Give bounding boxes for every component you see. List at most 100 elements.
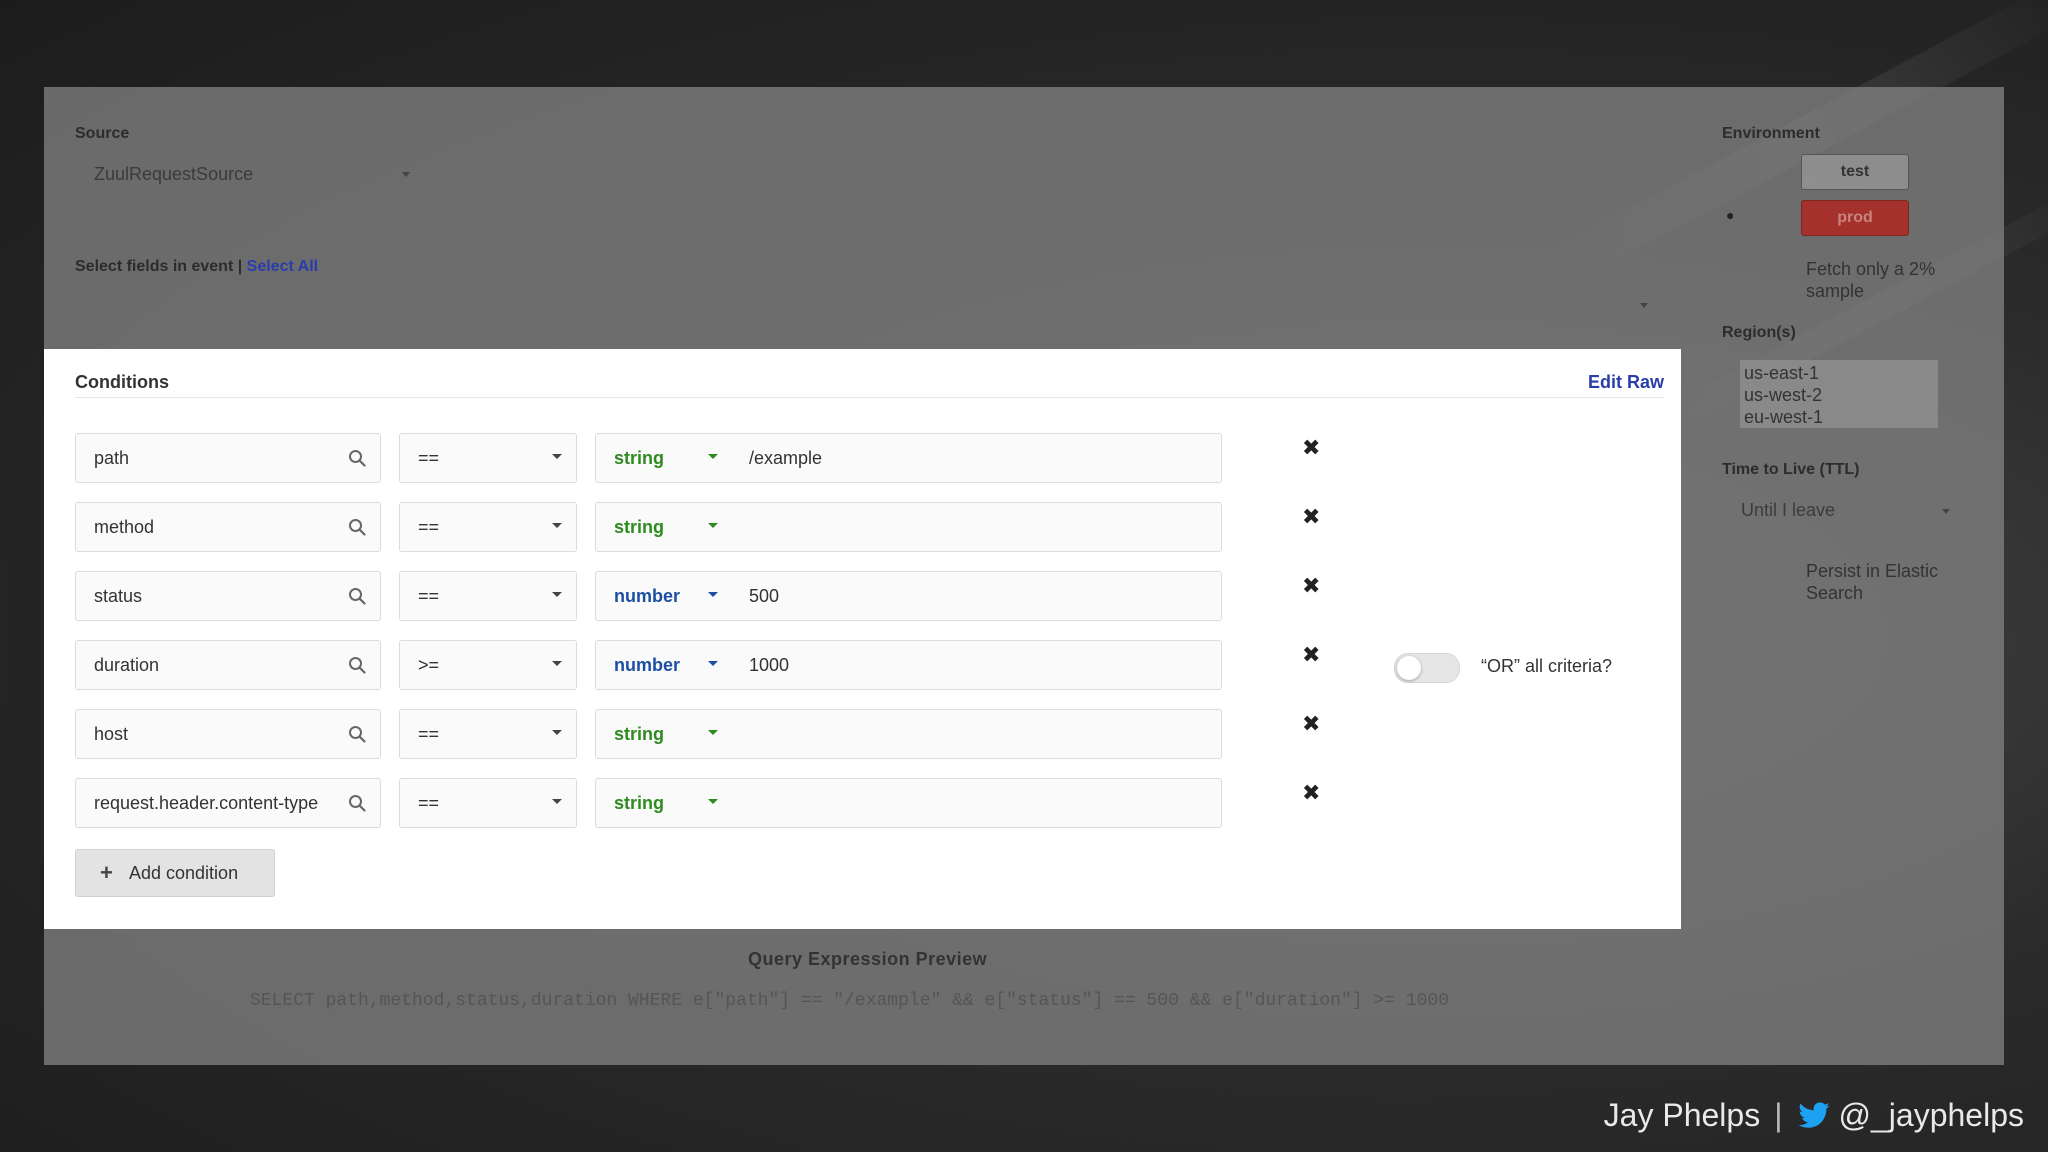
condition-type-value: number bbox=[614, 655, 681, 675]
search-icon bbox=[349, 450, 366, 467]
chevron-down-icon bbox=[708, 799, 718, 804]
search-icon bbox=[349, 657, 366, 674]
condition-field-input[interactable]: duration bbox=[75, 640, 381, 690]
condition-field-input[interactable]: method bbox=[75, 502, 381, 552]
condition-type-select[interactable]: string bbox=[595, 709, 733, 759]
condition-type-select[interactable]: number bbox=[595, 640, 733, 690]
condition-operator-select[interactable]: == bbox=[399, 571, 577, 621]
search-icon bbox=[349, 795, 366, 812]
regions-listbox[interactable]: us-east-1 us-west-2 eu-west-1 bbox=[1740, 360, 1938, 428]
condition-operator-select[interactable]: == bbox=[399, 709, 577, 759]
condition-field-value: duration bbox=[94, 655, 160, 675]
condition-field-input[interactable]: host bbox=[75, 709, 381, 759]
env-test-button[interactable]: test bbox=[1801, 154, 1909, 190]
remove-condition-icon[interactable]: ✖ bbox=[1302, 435, 1320, 461]
condition-operator-value: == bbox=[418, 586, 440, 606]
chevron-down-icon bbox=[552, 523, 562, 528]
chevron-down-icon bbox=[552, 454, 562, 459]
chevron-down-icon bbox=[552, 592, 562, 597]
env-prod-button[interactable]: prod bbox=[1801, 200, 1909, 236]
condition-operator-value: == bbox=[418, 517, 440, 537]
condition-field-value: request.header.content-type bbox=[94, 793, 319, 813]
condition-value-text: 500 bbox=[749, 586, 780, 606]
source-select[interactable]: ZuulRequestSource bbox=[94, 164, 253, 185]
condition-row: duration >= number 1000 ✖ bbox=[75, 640, 1375, 690]
condition-type-value: string bbox=[614, 793, 665, 813]
condition-field-input[interactable]: request.header.content-type bbox=[75, 778, 381, 828]
edit-raw-link[interactable]: Edit Raw bbox=[1588, 372, 1664, 393]
condition-field-value: status bbox=[94, 586, 143, 606]
sample-checkbox-label: Fetch only a 2% sample bbox=[1806, 259, 1936, 301]
condition-value-input[interactable]: 500 bbox=[731, 571, 1222, 621]
condition-row: host == string ✖ bbox=[75, 709, 1375, 759]
select-all-link[interactable]: Select All bbox=[247, 258, 318, 275]
condition-value-input[interactable] bbox=[731, 502, 1222, 552]
region-option[interactable]: eu-west-1 bbox=[1744, 406, 1934, 428]
condition-value-input[interactable] bbox=[731, 778, 1222, 828]
query-preview-sql: SELECT path,method,status,duration WHERE… bbox=[250, 991, 1449, 1011]
condition-field-value: method bbox=[94, 517, 155, 537]
condition-type-value: number bbox=[614, 586, 681, 606]
condition-operator-select[interactable]: >= bbox=[399, 640, 577, 690]
condition-value-text: 1000 bbox=[749, 655, 790, 675]
chevron-down-icon bbox=[708, 454, 718, 459]
condition-field-value: host bbox=[94, 724, 129, 744]
chevron-down-icon bbox=[552, 661, 562, 666]
condition-type-value: string bbox=[614, 448, 665, 468]
source-chevron-down-icon bbox=[402, 172, 410, 177]
condition-type-select[interactable]: number bbox=[595, 571, 733, 621]
remove-condition-icon[interactable]: ✖ bbox=[1302, 780, 1320, 806]
persist-elastic-label: Persist in Elastic Search bbox=[1806, 561, 1939, 603]
ttl-select[interactable]: Until I leave bbox=[1741, 500, 1835, 521]
condition-value-input[interactable]: 1000 bbox=[731, 640, 1222, 690]
condition-value-input[interactable] bbox=[731, 709, 1222, 759]
conditions-title: Conditions bbox=[75, 372, 169, 392]
condition-field-input[interactable]: path bbox=[75, 433, 381, 483]
condition-type-select[interactable]: string bbox=[595, 502, 733, 552]
or-criteria-label: “OR” all criteria? bbox=[1481, 656, 1613, 676]
condition-type-select[interactable]: string bbox=[595, 778, 733, 828]
query-preview-title: Query Expression Preview bbox=[748, 949, 988, 969]
search-icon bbox=[349, 588, 366, 605]
watermark-separator: | bbox=[1774, 1097, 1783, 1133]
condition-operator-select[interactable]: == bbox=[399, 502, 577, 552]
fields-label-text: Select fields in event | bbox=[75, 258, 243, 275]
condition-operator-value: == bbox=[418, 793, 440, 813]
speaker-name: Jay Phelps bbox=[1603, 1097, 1761, 1133]
remove-condition-icon[interactable]: ✖ bbox=[1302, 642, 1320, 668]
condition-row: path == string /example ✖ bbox=[75, 433, 1375, 483]
conditions-panel: Conditions Edit Raw path == string /exam… bbox=[44, 349, 1681, 929]
remove-condition-icon[interactable]: ✖ bbox=[1302, 711, 1320, 737]
ttl-chevron-down-icon bbox=[1942, 509, 1950, 514]
chevron-down-icon bbox=[708, 523, 718, 528]
search-icon bbox=[349, 726, 366, 743]
condition-field-input[interactable]: status bbox=[75, 571, 381, 621]
speaker-handle: @_jayphelps bbox=[1838, 1097, 2024, 1133]
chevron-down-icon bbox=[708, 661, 718, 666]
environment-label: Environment bbox=[1722, 125, 1820, 142]
region-option[interactable]: us-east-1 bbox=[1744, 362, 1934, 384]
fields-chevron-down-icon bbox=[1640, 303, 1648, 308]
add-condition-label: Add condition bbox=[129, 863, 239, 883]
search-icon bbox=[349, 519, 366, 536]
chevron-down-icon bbox=[552, 799, 562, 804]
chevron-down-icon bbox=[708, 592, 718, 597]
or-criteria-toggle[interactable] bbox=[1394, 653, 1460, 683]
condition-operator-select[interactable]: == bbox=[399, 778, 577, 828]
add-condition-button[interactable]: + Add condition bbox=[75, 849, 275, 897]
region-option[interactable]: us-west-2 bbox=[1744, 384, 1934, 406]
toggle-knob[interactable] bbox=[1397, 656, 1421, 680]
condition-operator-select[interactable]: == bbox=[399, 433, 577, 483]
condition-value-text: /example bbox=[749, 448, 823, 468]
env-selected-bullet-icon: ● bbox=[1726, 207, 1735, 223]
regions-label: Region(s) bbox=[1722, 324, 1796, 341]
remove-condition-icon[interactable]: ✖ bbox=[1302, 573, 1320, 599]
fields-label: Select fields in event | Select All bbox=[75, 258, 318, 276]
remove-condition-icon[interactable]: ✖ bbox=[1302, 504, 1320, 530]
condition-operator-value: >= bbox=[418, 655, 440, 675]
speaker-watermark: Jay Phelps | @_jayphelps bbox=[1604, 1097, 2024, 1134]
condition-value-input[interactable]: /example bbox=[731, 433, 1222, 483]
condition-row: method == string ✖ bbox=[75, 502, 1375, 552]
chevron-down-icon bbox=[552, 730, 562, 735]
condition-type-select[interactable]: string bbox=[595, 433, 733, 483]
